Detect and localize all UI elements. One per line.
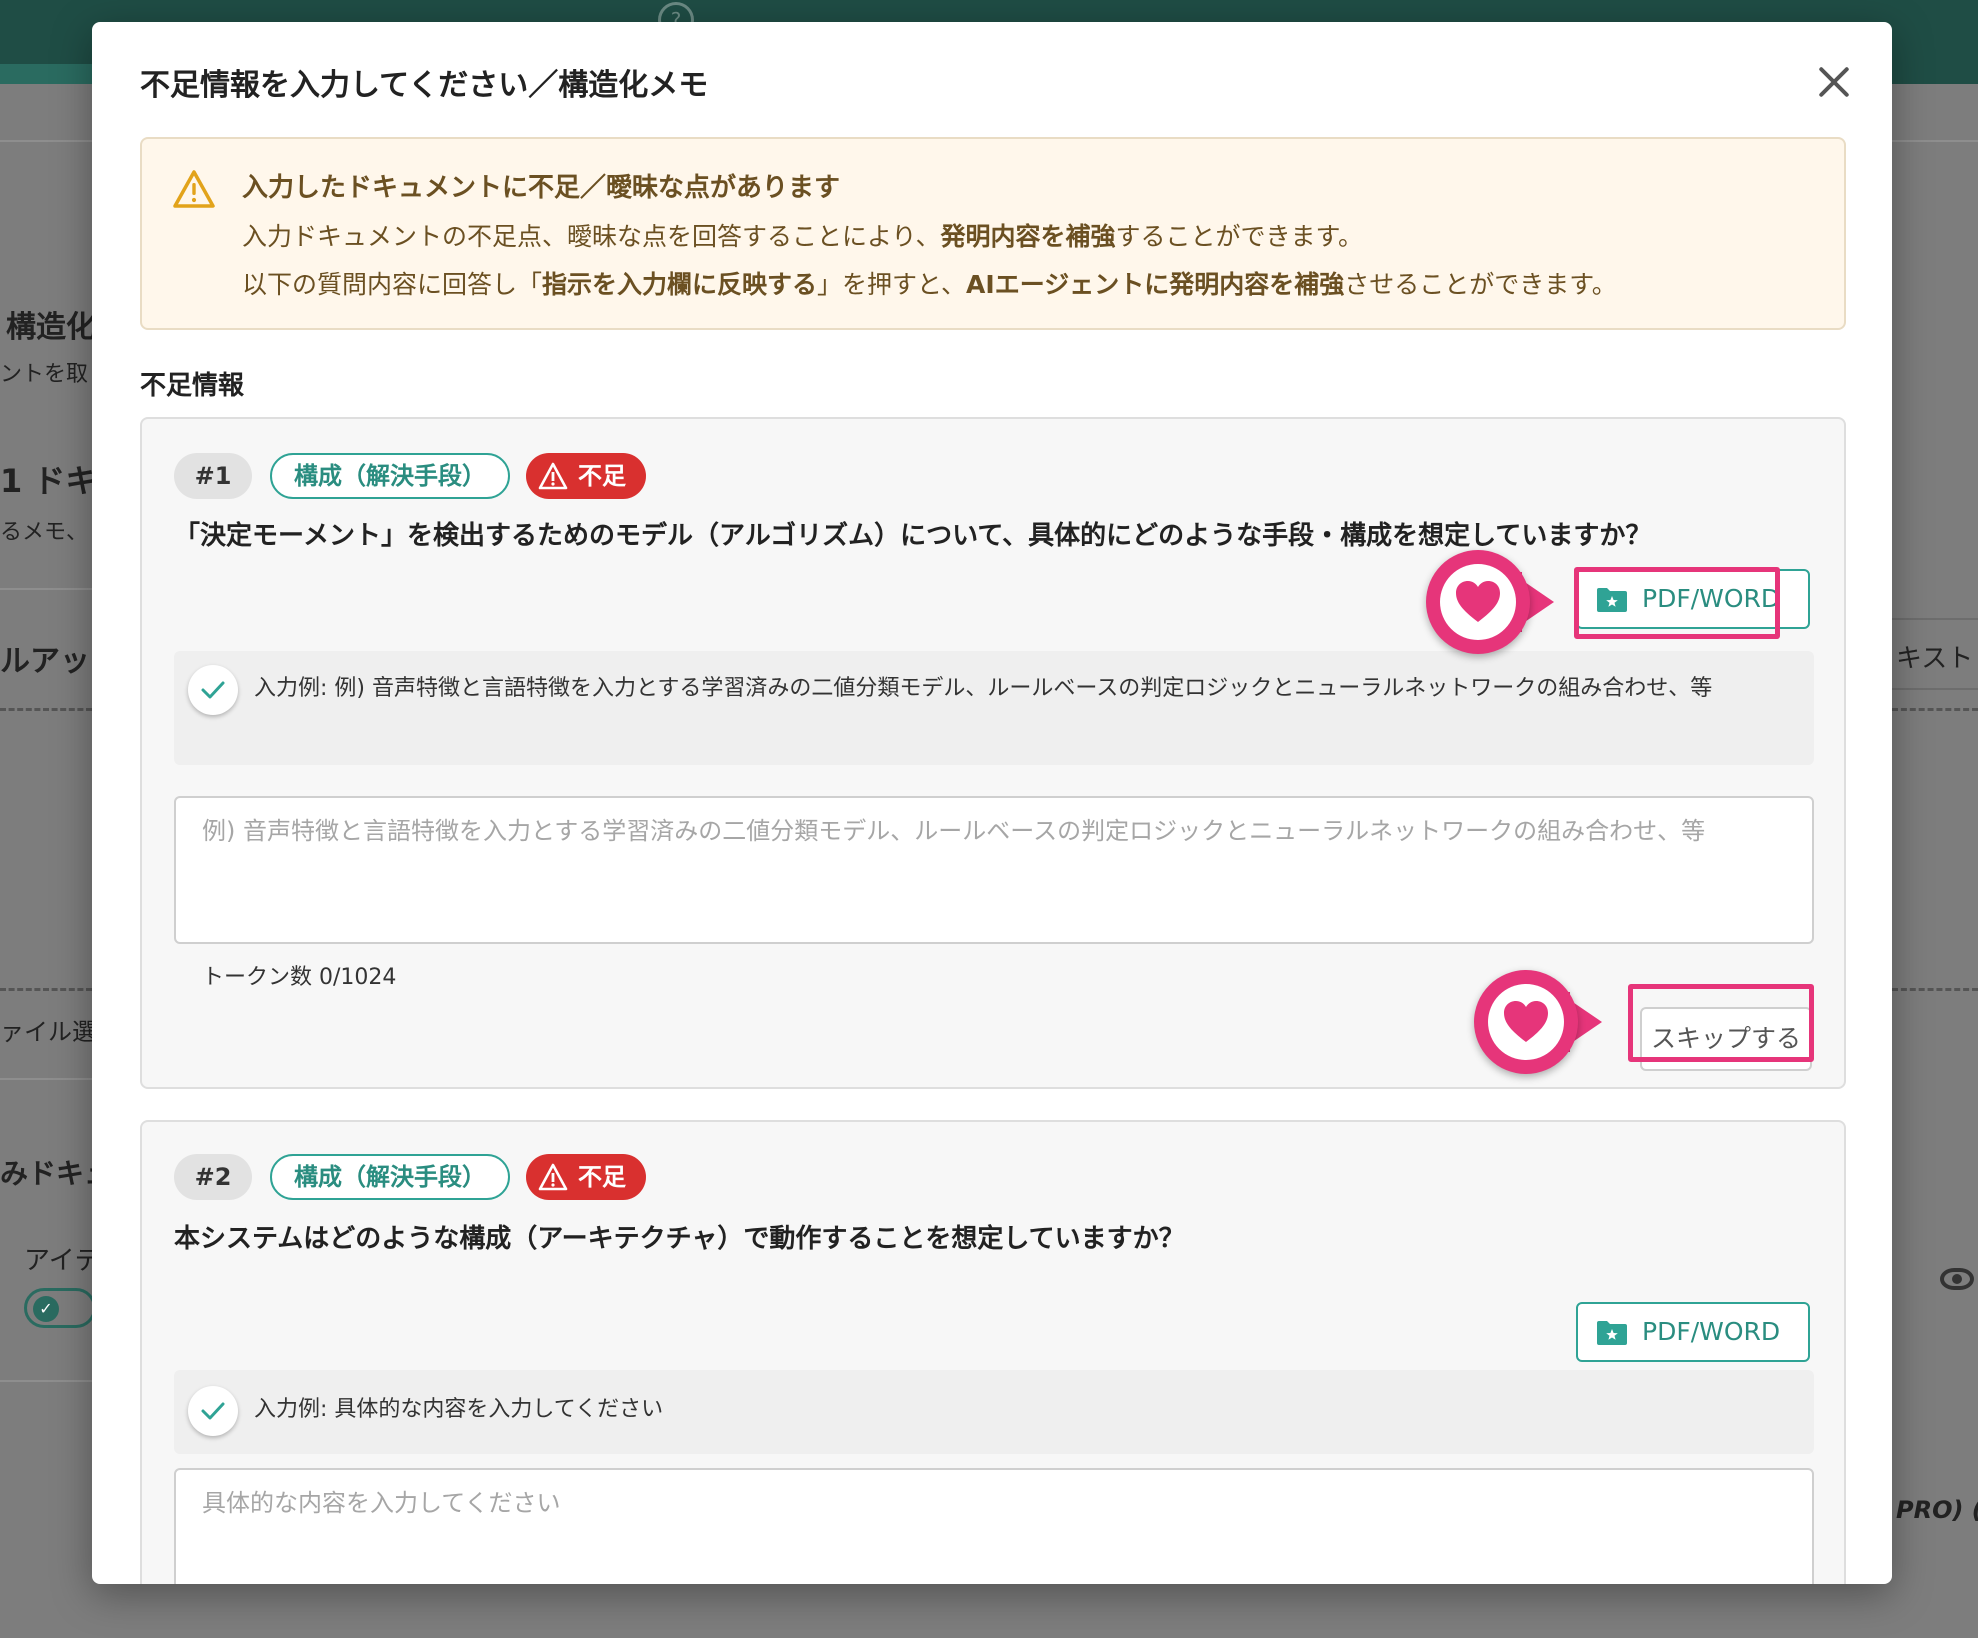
topbar-stripe [0, 64, 92, 84]
question-text: 本システムはどのような構成（アーキテクチャ）で動作することを想定していますか？ [174, 1224, 1185, 1254]
answer-textarea[interactable]: 具体的な内容を入力してください [174, 1468, 1814, 1584]
annotation-highlight-upload [1574, 567, 1780, 639]
dashed-divider [0, 708, 92, 711]
annotation-highlight-skip [1628, 984, 1814, 1062]
category-badge: 構成（解決手段） [270, 453, 510, 499]
alert-text: 入力ドキュメントの不足点、曖昧な点を回答することにより、 [242, 222, 941, 251]
alert-line-1: 入力ドキュメントの不足点、曖昧な点を回答することにより、発明内容を補強することが… [242, 217, 1363, 253]
question-card-1: #1 構成（解決手段） 不足 「決定モーメント」を検出するためのモデル（アルゴリ… [140, 417, 1846, 1089]
bg-text-fragment: PRO) (C [1896, 1496, 1978, 1524]
status-badge: 不足 [526, 453, 646, 499]
dashed-divider [0, 988, 92, 991]
pdf-word-upload-button[interactable]: PDF/WORD [1576, 1302, 1810, 1362]
section-label: 不足情報 [140, 371, 245, 401]
divider [1892, 140, 1978, 142]
example-text: 入力例: 具体的な内容を入力してください [254, 1397, 664, 1422]
alert-emphasis: AIエージェントに発明内容を補強 [966, 270, 1345, 299]
alert-emphasis: 発明内容を補強 [940, 222, 1116, 251]
question-number: #2 [174, 1154, 252, 1200]
divider [0, 1380, 92, 1382]
example-text: 入力例: 例) 音声特徴と言語特徴を入力とする学習済みの二値分類モデル、ルールベ… [254, 676, 1713, 701]
alert-text: させることができます。 [1344, 270, 1617, 299]
token-count: トークン数 0/1024 [202, 965, 397, 990]
annotation-pin [1426, 550, 1554, 654]
warning-alert: 入力したドキュメントに不足／曖昧な点があります 入力ドキュメントの不足点、曖昧な… [140, 137, 1846, 330]
dashed-divider [1892, 988, 1978, 991]
question-number: #1 [174, 453, 252, 499]
category-badge: 構成（解決手段） [270, 1154, 510, 1200]
alert-title: 入力したドキュメントに不足／曖昧な点があります [242, 173, 841, 203]
bg-text-fragment: るメモ、 [0, 520, 89, 545]
example-box: 入力例: 具体的な内容を入力してください [174, 1370, 1814, 1454]
divider [0, 140, 92, 142]
check-icon [188, 665, 238, 715]
close-icon[interactable] [1812, 60, 1856, 104]
alert-emphasis: 指示を入力欄に反映する [542, 270, 818, 299]
divider [0, 588, 92, 590]
upload-label: PDF/WORD [1642, 1317, 1781, 1346]
bg-text-fragment: ァイル選 [0, 1018, 96, 1046]
dashed-divider [1892, 708, 1978, 711]
annotation-pin [1474, 970, 1602, 1074]
status-label: 不足 [578, 462, 626, 490]
bg-heading-fragment: 1 ドキ [0, 462, 98, 500]
bg-check-chip: ✓ [24, 1288, 96, 1328]
bg-heading-fragment: 構造化 [6, 310, 96, 345]
bg-text-fragment: キスト [1896, 644, 1974, 674]
textarea-placeholder: 例) 音声特徴と言語特徴を入力とする学習済みの二値分類モデル、ルールベースの判定… [202, 817, 1706, 845]
check-icon [188, 1386, 238, 1436]
answer-textarea[interactable]: 例) 音声特徴と言語特徴を入力とする学習済みの二値分類モデル、ルールベースの判定… [174, 796, 1814, 944]
question-text: 「決定モーメント」を検出するためのモデル（アルゴリズム）について、具体的にどのよ… [174, 521, 1652, 551]
heart-icon [1504, 1001, 1548, 1042]
status-label: 不足 [578, 1163, 626, 1191]
alert-line-2: 以下の質問内容に回答し「指示を入力欄に反映する」を押すと、AIエージェントに発明… [242, 265, 1617, 301]
check-icon: ✓ [33, 1296, 59, 1322]
textarea-placeholder: 具体的な内容を入力してください [202, 1489, 561, 1517]
missing-info-modal: 不足情報を入力してください／構造化メモ 入力したドキュメントに不足／曖昧な点があ… [92, 22, 1892, 1584]
modal-title: 不足情報を入力してください／構造化メモ [140, 68, 709, 103]
warning-triangle-icon [538, 1163, 568, 1191]
divider [0, 1078, 92, 1080]
alert-text: 」を押すと、 [817, 270, 967, 299]
alert-text: することができます。 [1115, 222, 1364, 251]
heart-icon [1456, 581, 1500, 622]
status-badge: 不足 [526, 1154, 646, 1200]
warning-triangle-icon [173, 170, 215, 208]
alert-text: 以下の質問内容に回答し「 [242, 270, 543, 299]
eye-icon [1940, 1268, 1974, 1290]
folder-star-icon [1597, 1321, 1627, 1345]
example-box: 入力例: 例) 音声特徴と言語特徴を入力とする学習済みの二値分類モデル、ルールベ… [174, 651, 1814, 765]
warning-triangle-icon [538, 462, 568, 490]
question-card-2: #2 構成（解決手段） 不足 本システムはどのような構成（アーキテクチャ）で動作… [140, 1120, 1846, 1584]
bg-text-fragment: アイデ [24, 1246, 101, 1276]
